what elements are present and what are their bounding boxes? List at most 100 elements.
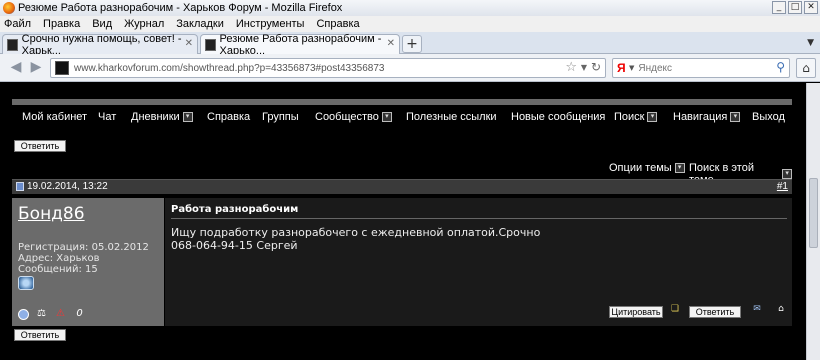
post-body: Работа разнорабочим Ищу подработку разно… [165, 198, 792, 326]
maximize-button[interactable]: □ [788, 1, 802, 14]
tab-label: Срочно нужна помощь, совет! - Харьк... [21, 32, 182, 57]
post-date-text: 19.02.2014, 13:22 [27, 181, 108, 192]
page-scrollbar[interactable] [806, 83, 820, 360]
tab-strip: Срочно нужна помощь, совет! - Харьк... ✕… [0, 32, 820, 57]
navigation-toolbar: ◀ ▶ ☆ ▼ ↻ Я ▼ ⚲ ⌂ [0, 54, 820, 82]
user-info-panel: Бонд86 Регистрация: 05.02.2012 Адрес: Ха… [12, 198, 164, 326]
reply-button-top[interactable]: Ответить [14, 140, 66, 152]
nav-logout[interactable]: Выход [752, 111, 785, 123]
post-header: 19.02.2014, 13:22 #1 [12, 179, 792, 194]
back-arrow-icon[interactable]: ◀ [6, 59, 26, 77]
tab-resume-work[interactable]: Резюме Работа разнорабочим - Харько... ✕ [200, 32, 400, 57]
page-viewport: Мой кабинет Чат Дневники ▾ Справка Группы… [0, 83, 820, 360]
post-number-link[interactable]: #1 [777, 181, 788, 192]
nav-community-label: Сообщество [315, 111, 379, 123]
site-favicon [55, 61, 69, 75]
post-date: 19.02.2014, 13:22 [16, 181, 108, 192]
scales-icon[interactable]: ⚖ [35, 308, 48, 321]
post-content: Ищу подработку разнорабочего с ежедневно… [171, 226, 540, 252]
yandex-icon[interactable]: Я [617, 61, 627, 75]
tab-list-chevron-icon[interactable]: ▼ [807, 38, 814, 48]
menu-bookmarks[interactable]: Закладки [176, 18, 224, 30]
dropdown-menu-icon: ▾ [381, 112, 392, 122]
dropdown-menu-icon: ▾ [782, 169, 792, 179]
new-tab-button[interactable]: + [402, 35, 422, 53]
menu-bar: Файл Правка Вид Журнал Закладки Инструме… [0, 16, 820, 32]
thread-options[interactable]: Опции темы ▾ [609, 162, 685, 174]
post-title: Работа разнорабочим [171, 204, 299, 215]
menu-edit[interactable]: Правка [43, 18, 80, 30]
menu-help[interactable]: Справка [316, 18, 359, 30]
search-engine-chevron-icon[interactable]: ▼ [629, 64, 634, 72]
user-registration: Регистрация: 05.02.2012 [18, 242, 149, 253]
site-favicon [7, 38, 18, 51]
thread-options-label: Опции темы [609, 162, 672, 174]
window-controls: _ □ ✕ [772, 1, 818, 14]
quote-button[interactable]: Цитировать [609, 306, 663, 318]
window-titlebar: Резюме Работа разнорабочим - Харьков Фор… [0, 0, 820, 16]
multi-quote-icon[interactable]: ❏ [669, 304, 681, 316]
user-action-icons: ⚖ ⚠ 0 [18, 308, 86, 321]
forward-arrow-icon[interactable]: ▶ [26, 59, 46, 77]
user-details: Регистрация: 05.02.2012 Адрес: Харьков С… [18, 242, 149, 275]
menu-tools[interactable]: Инструменты [236, 18, 305, 30]
reputation-value: 0 [76, 308, 83, 319]
nav-diaries[interactable]: Дневники ▾ [131, 111, 193, 123]
post-divider [171, 218, 787, 219]
nav-chat[interactable]: Чат [98, 111, 116, 123]
header-divider [12, 99, 792, 105]
url-history-chevron-icon[interactable]: ▼ [581, 63, 587, 72]
dropdown-menu-icon: ▾ [647, 112, 658, 122]
nav-help[interactable]: Справка [207, 111, 250, 123]
nav-useful-links[interactable]: Полезные ссылки [406, 111, 497, 123]
tab-label: Резюме Работа разнорабочим - Харько... [219, 32, 382, 57]
user-status-icon [18, 276, 34, 290]
post-status-icon [16, 182, 24, 191]
dropdown-menu-icon: ▾ [674, 163, 685, 173]
username-link[interactable]: Бонд86 [18, 204, 85, 224]
home-post-icon[interactable]: ⌂ [775, 304, 787, 316]
nav-search-label: Поиск [614, 111, 645, 123]
tab-help-advice[interactable]: Срочно нужна помощь, совет! - Харьк... ✕ [2, 32, 198, 57]
post-text-line: Ищу подработку разнорабочего с ежедневно… [171, 226, 541, 239]
thread-tools-bar: Опции темы▾ Поиск в этой теме▾ [12, 158, 792, 186]
menu-history[interactable]: Журнал [124, 18, 164, 30]
window-title: Резюме Работа разнорабочим - Харьков Фор… [18, 2, 343, 14]
forum-navbar: Мой кабинет Чат Дневники ▾ Справка Группы… [12, 106, 792, 128]
user-message-count: Сообщений: 15 [18, 264, 98, 275]
reply-button-bottom[interactable]: Ответить [14, 329, 66, 341]
bookmark-star-icon[interactable]: ☆ [565, 60, 577, 75]
url-input[interactable] [74, 62, 554, 74]
reload-icon[interactable]: ↻ [591, 60, 601, 74]
nav-navigation[interactable]: Навигация ▾ [673, 111, 741, 123]
firefox-icon [3, 2, 15, 14]
minimize-button[interactable]: _ [772, 1, 786, 14]
nav-search[interactable]: Поиск ▾ [614, 111, 658, 123]
nav-my-cabinet[interactable]: Мой кабинет [22, 111, 87, 123]
menu-view[interactable]: Вид [92, 18, 112, 30]
home-icon[interactable]: ⌂ [796, 58, 816, 78]
nav-groups[interactable]: Группы [262, 111, 299, 123]
post-text-line: 068-064-94-15 Сергей [171, 239, 298, 252]
menu-file[interactable]: Файл [4, 18, 31, 30]
dropdown-menu-icon: ▾ [182, 112, 193, 122]
search-input[interactable] [638, 62, 759, 74]
reply-button-post[interactable]: Ответить [689, 306, 741, 318]
offline-status-icon [18, 309, 29, 320]
search-bar[interactable]: Я ▼ ⚲ [612, 58, 790, 78]
nav-diaries-label: Дневники [131, 111, 180, 123]
dropdown-menu-icon: ▾ [730, 112, 741, 122]
report-warning-icon[interactable]: ⚠ [54, 308, 67, 321]
nav-new-posts[interactable]: Новые сообщения [511, 111, 605, 123]
nav-navigation-label: Навигация [673, 111, 728, 123]
nav-community[interactable]: Сообщество ▾ [315, 111, 392, 123]
close-window-button[interactable]: ✕ [804, 1, 818, 14]
search-icon[interactable]: ⚲ [776, 60, 785, 74]
user-address: Адрес: Харьков [18, 253, 100, 264]
url-bar[interactable]: ☆ ▼ ↻ [50, 58, 606, 78]
scrollbar-thumb[interactable] [809, 178, 818, 248]
private-message-icon[interactable]: ✉ [751, 304, 763, 316]
close-tab-icon[interactable]: ✕ [387, 38, 395, 49]
close-tab-icon[interactable]: ✕ [185, 38, 193, 49]
site-favicon [205, 38, 216, 51]
